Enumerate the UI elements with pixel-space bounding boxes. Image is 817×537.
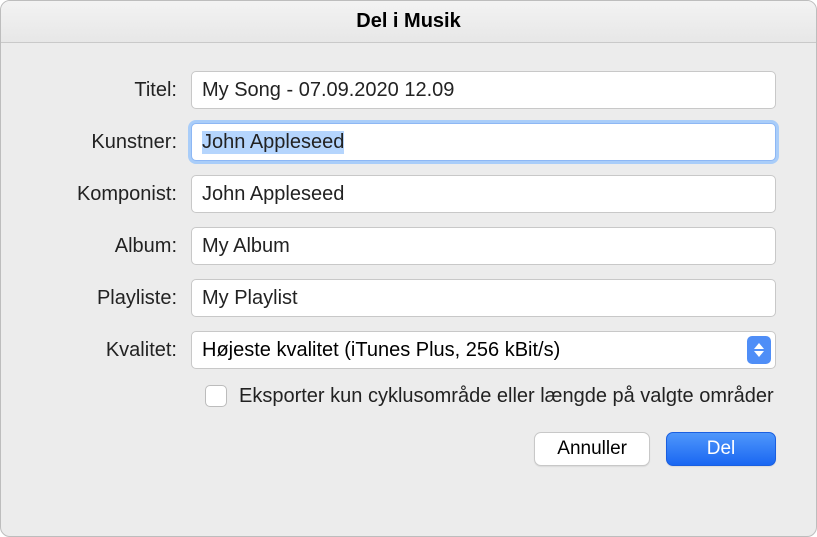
artist-field-value: John Appleseed: [202, 131, 344, 154]
album-field[interactable]: [191, 227, 776, 265]
quality-selected-label: Højeste kvalitet (iTunes Plus, 256 kBit/…: [202, 339, 560, 362]
share-button[interactable]: Del: [666, 432, 776, 466]
quality-select[interactable]: Højeste kvalitet (iTunes Plus, 256 kBit/…: [191, 331, 776, 369]
cancel-button-label: Annuller: [557, 438, 627, 460]
titlebar: Del i Musik: [1, 1, 816, 43]
label-composer: Komponist:: [41, 183, 191, 206]
playlist-field[interactable]: [191, 279, 776, 317]
share-button-label: Del: [707, 438, 736, 460]
window-title: Del i Musik: [356, 10, 460, 33]
label-artist: Kunstner:: [41, 131, 191, 154]
row-title: Titel:: [41, 71, 776, 109]
label-quality: Kvalitet:: [41, 339, 191, 362]
composer-field[interactable]: [191, 175, 776, 213]
label-title: Titel:: [41, 79, 191, 102]
title-field[interactable]: [191, 71, 776, 109]
form-content: Titel: Kunstner: John Appleseed Komponis…: [1, 43, 816, 410]
row-playlist: Playliste:: [41, 279, 776, 317]
row-composer: Komponist:: [41, 175, 776, 213]
label-album: Album:: [41, 235, 191, 258]
row-export-cycle: Eksporter kun cyklusområde eller længde …: [205, 383, 776, 410]
artist-field[interactable]: John Appleseed: [191, 123, 776, 161]
row-artist: Kunstner: John Appleseed: [41, 123, 776, 161]
row-album: Album:: [41, 227, 776, 265]
dialog-window: Del i Musik Titel: Kunstner: John Apples…: [0, 0, 817, 537]
updown-arrows-icon: [747, 336, 771, 364]
cancel-button[interactable]: Annuller: [534, 432, 650, 466]
label-playlist: Playliste:: [41, 287, 191, 310]
export-cycle-label: Eksporter kun cyklusområde eller længde …: [239, 383, 774, 410]
button-row: Annuller Del: [1, 432, 816, 496]
row-quality: Kvalitet: Højeste kvalitet (iTunes Plus,…: [41, 331, 776, 369]
export-cycle-checkbox[interactable]: [205, 385, 227, 407]
